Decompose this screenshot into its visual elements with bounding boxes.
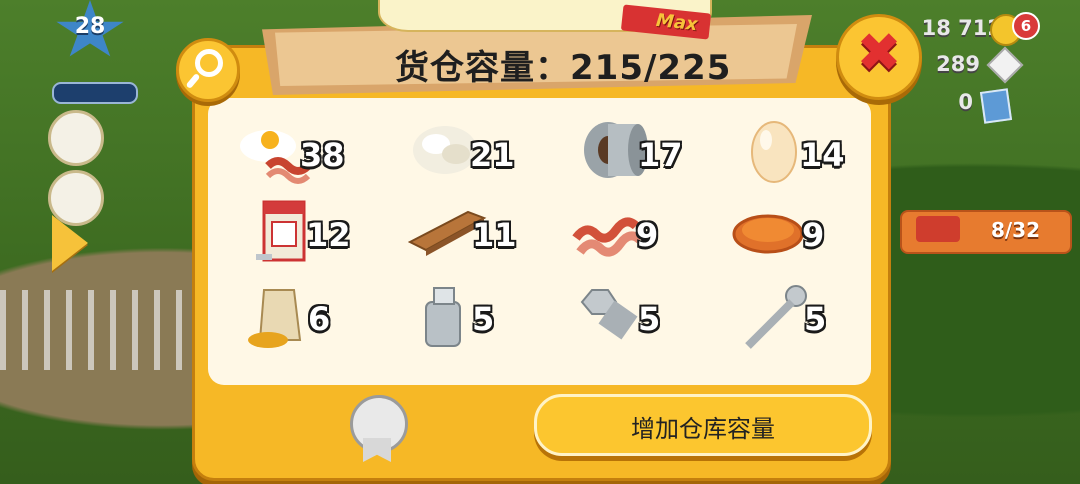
cards-count: 0 — [958, 90, 973, 114]
gems-count: 289 — [936, 52, 980, 76]
item-count: 5 — [638, 300, 661, 338]
notification-badge[interactable]: 6 — [1012, 12, 1040, 40]
item-count: 38 — [300, 136, 345, 174]
item-bacon[interactable]: 9 — [572, 198, 692, 278]
item-chicken-feed[interactable]: 6 — [246, 282, 366, 362]
item-count: 9 — [636, 216, 659, 254]
fence — [0, 290, 200, 370]
max-label: Max — [655, 10, 699, 36]
item-duct-tape[interactable]: 17 — [580, 118, 700, 198]
card-icon — [979, 88, 1013, 124]
item-count: 6 — [308, 300, 331, 338]
truck-icon — [916, 216, 960, 242]
search-icon — [195, 49, 223, 77]
item-pie[interactable]: 9 — [732, 198, 852, 278]
item-count: 11 — [472, 216, 517, 254]
item-count: 9 — [802, 216, 825, 254]
upgrade-badge — [350, 395, 408, 462]
item-egg[interactable]: 14 — [748, 118, 868, 198]
level-star[interactable]: 28 — [55, 0, 125, 62]
item-screw[interactable]: 5 — [742, 282, 862, 362]
item-milk-can[interactable]: 5 — [414, 282, 534, 362]
level-number: 28 — [74, 14, 106, 39]
item-count: 5 — [472, 300, 495, 338]
item-plank[interactable]: 11 — [408, 198, 528, 278]
search-button[interactable] — [176, 38, 240, 102]
item-bacon-and-eggs[interactable]: 38 — [238, 118, 358, 198]
item-wool[interactable]: 21 — [410, 118, 530, 198]
storage-title: 货仓容量：215/225 — [395, 48, 732, 88]
mail-button[interactable] — [48, 110, 104, 166]
search-icon-handle — [185, 72, 201, 90]
delivery-progress: 8/32 — [990, 218, 1040, 242]
expand-arrow-icon[interactable] — [52, 215, 88, 271]
item-count: 12 — [306, 216, 351, 254]
upgrade-storage-label: 增加仓库容量 — [631, 415, 775, 443]
item-bolt[interactable]: 5 — [578, 282, 698, 362]
item-count: 5 — [804, 300, 827, 338]
item-count: 17 — [638, 136, 683, 174]
item-count: 21 — [470, 136, 515, 174]
upgrade-storage-button[interactable]: 增加仓库容量 — [534, 394, 872, 456]
item-count: 14 — [800, 136, 845, 174]
close-button[interactable]: ✖ — [836, 14, 922, 100]
xp-bar — [52, 82, 138, 104]
pie-icon — [732, 214, 804, 254]
close-icon: ✖ — [856, 21, 902, 84]
item-sugar-box[interactable]: 12 — [248, 198, 368, 278]
